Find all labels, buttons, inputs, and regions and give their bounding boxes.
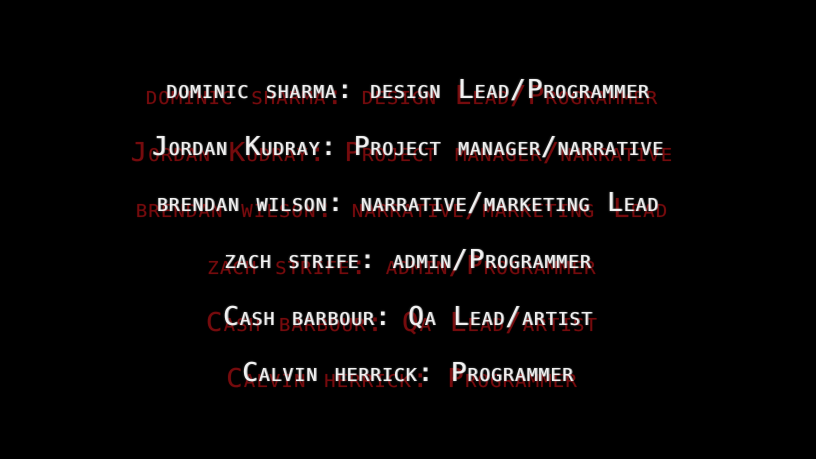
credit-line-text: Cash barbour: Qa Lead/artist xyxy=(223,302,593,332)
credits-screen: dominic sharma: design Lead/Programmer d… xyxy=(0,0,816,459)
credit-line-text: zach strife: admin/Programmer xyxy=(224,245,592,275)
credit-line-jordan-kudray: Jordan Kudray: Project manager/narrative… xyxy=(0,130,816,168)
credit-line-cash-barbour: Cash barbour: Qa Lead/artist Cash barbou… xyxy=(0,300,816,338)
credit-line-calvin-herrick: Calvin herrick: Programmer Calvin herric… xyxy=(0,356,816,394)
credit-line-text: Jordan Kudray: Project manager/narrative xyxy=(151,132,664,162)
credit-line-brendan-wilson: brendan wilson: narrative/marketing Lead… xyxy=(0,186,816,224)
credit-line-text: Calvin herrick: Programmer xyxy=(242,358,574,388)
credit-line-zach-strife: zach strife: admin/Programmer zach strif… xyxy=(0,243,816,281)
credit-line-text: brendan wilson: narrative/marketing Lead xyxy=(156,188,660,218)
credit-line-text: dominic sharma: design Lead/Programmer xyxy=(166,75,650,105)
credit-line-dominic-sharma: dominic sharma: design Lead/Programmer d… xyxy=(0,73,816,111)
